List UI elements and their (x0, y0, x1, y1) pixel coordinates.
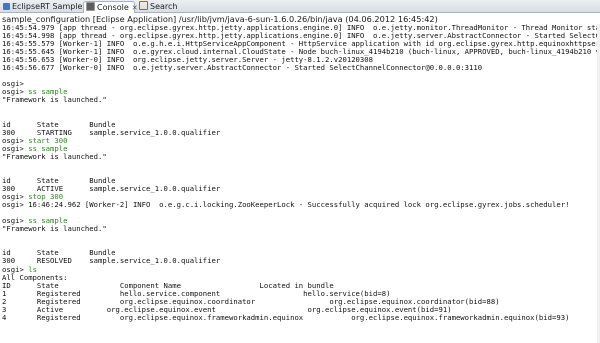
search-icon (139, 1, 148, 10)
console-output-line: 3 Active org.eclipse.equinox.event org.e… (2, 305, 452, 314)
console-launch-title: sample_configuration [Eclipse Applicatio… (2, 14, 438, 24)
console-command: ss sample (28, 144, 68, 153)
console-output-line: 16:45:54.979 [app thread - org.eclipse.g… (2, 24, 600, 32)
console-command: ls (28, 265, 37, 274)
tab-label: Search (150, 2, 178, 11)
console-output-line: id State Bundle (2, 249, 116, 258)
console-input-line: osgi> ss sample (2, 217, 600, 225)
console-prompt: osgi> (2, 193, 29, 202)
console-input-line: osgi> ss sample (2, 145, 600, 153)
console-output-line: "Framework is launched." (2, 152, 107, 161)
tab-search[interactable]: Search (137, 1, 185, 13)
console-output-line: osgi> (2, 80, 24, 89)
console-prompt: osgi> (2, 136, 29, 145)
console-output-line: 300 ACTIVE sample.service_1.0.0.qualifie… (2, 185, 221, 193)
tab-console[interactable]: Console ✕ (83, 1, 138, 13)
console-output-line: 300 RESOLVED sample.service_1.0.0.qualif… (2, 257, 221, 266)
console-input-line: osgi> start 300 (2, 137, 600, 145)
console-output[interactable]: 16:45:54.979 [app thread - org.eclipse.g… (0, 24, 600, 343)
console-output-line: 16:45:54.998 [app thread - org.eclipse.g… (2, 32, 600, 41)
console-prompt: osgi> (2, 144, 29, 153)
samples-icon (3, 3, 10, 10)
console-prompt: osgi> (2, 88, 29, 97)
console-output-line: 16:45:55.579 [Worker-1] INFO o.e.g.h.e.i… (2, 40, 600, 49)
tab-eclipsert-samples[interactable]: EclipseRT Samples (1, 1, 87, 13)
console-output-line: osgi> 16:46:24.962 [Worker-2] INFO o.e.g… (2, 201, 570, 210)
console-command: start 300 (28, 136, 68, 145)
console-output-line: 2 Registered org.eclipse.equinox.coordin… (2, 297, 500, 306)
console-command: stop 300 (28, 193, 64, 202)
console-prompt: osgi> (2, 217, 29, 226)
console-output-line: 4 Registered org.eclipse.equinox.framewo… (2, 313, 570, 322)
console-output-line: id State Bundle (2, 120, 116, 129)
view-tab-bar: EclipseRT Samples Console ✕ Search (0, 0, 600, 13)
console-output-line: "Framework is launched." (2, 96, 107, 105)
console-prompt: osgi> (2, 265, 29, 274)
console-output-line: 1 Registered hello.service.component hel… (2, 289, 391, 298)
console-output-line: 16:45:56.653 [Worker-0] INFO org.eclipse… (2, 56, 374, 65)
console-input-line: osgi> stop 300 (2, 193, 600, 201)
console-icon (86, 2, 95, 11)
console-input-line: osgi> ss sample (2, 88, 600, 96)
console-output-line: "Framework is launched." (2, 225, 107, 234)
tab-label: EclipseRT Samples (12, 2, 87, 11)
console-command: ss sample (28, 88, 68, 97)
console-output-line: id State Bundle (2, 176, 116, 185)
console-input-line: osgi> ls (2, 266, 600, 274)
console-command: ss sample (28, 217, 68, 226)
console-output-line: 300 STARTING sample.service_1.0.0.qualif… (2, 128, 221, 137)
console-output-line: 16:45:55.645 [Worker-1] INFO o.e.gyrex.c… (2, 48, 600, 57)
console-output-line: All Components: (2, 273, 68, 282)
console-output-line: 16:45:56.677 [Worker-0] INFO o.e.jetty.s… (2, 64, 483, 73)
console-output-line: ID State Component Name Located in bundl… (2, 281, 334, 290)
tab-label: Console (97, 3, 129, 12)
